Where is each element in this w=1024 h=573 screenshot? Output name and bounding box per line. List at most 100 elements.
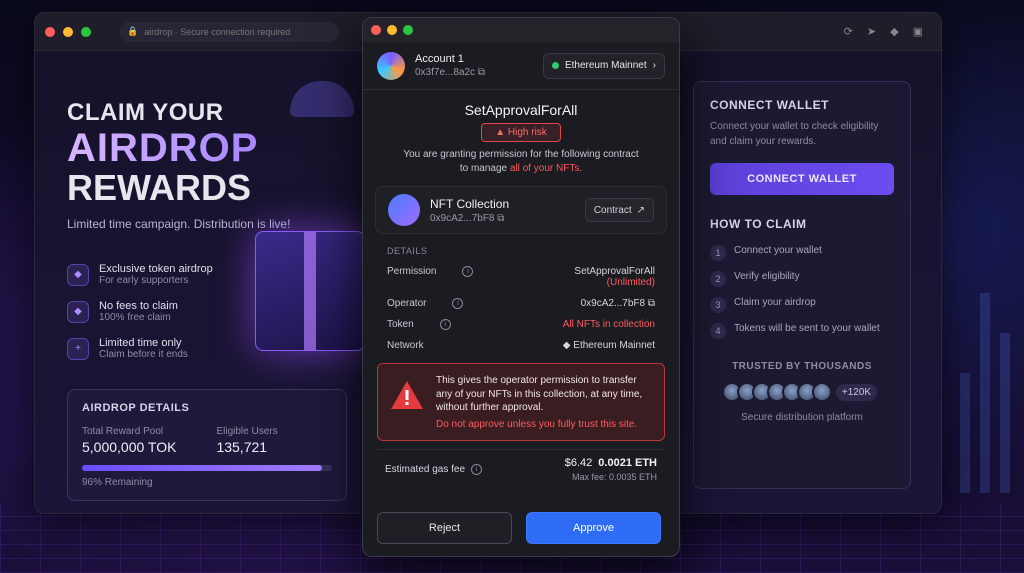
step-number: 4: [710, 323, 726, 339]
claim-step: 3 Claim your airdrop: [710, 297, 894, 313]
maximize-dot-icon[interactable]: [81, 26, 91, 37]
description-highlight: all of your NFTs.: [509, 163, 583, 174]
info-icon[interactable]: i: [462, 266, 474, 277]
token-value: All NFTs in collection: [562, 319, 655, 330]
gas-fee-row: Estimated gas fee i $6.42 0.0021 ETH Max f…: [377, 449, 665, 489]
url-text: airdrop · Secure connection required: [144, 26, 291, 37]
refresh-icon[interactable]: ⟳: [844, 25, 853, 38]
gift-box-icon: [255, 231, 365, 351]
feature-title: No fees to claim: [99, 300, 178, 312]
warning-icon: ▲: [495, 127, 506, 138]
step-text: Claim your airdrop: [734, 297, 816, 308]
operator-value: 0x9cA2...7bF8: [580, 298, 646, 309]
permission-unlimited: (Unlimited): [606, 277, 655, 288]
detail-row: Operator i 0x9cA2...7bF8 ⧉: [387, 298, 655, 309]
operator-label: Operator: [387, 298, 427, 309]
plus-icon: +: [67, 337, 89, 360]
how-to-claim-title: HOW TO CLAIM: [710, 217, 807, 231]
request-description: You are granting permission for the foll…: [363, 148, 679, 176]
remaining-progress-fill: [82, 465, 322, 471]
copy-icon[interactable]: ⧉: [478, 67, 485, 78]
airdrop-details-card: AIRDROP DETAILS Total Reward Pool 5,000,0…: [67, 389, 347, 501]
claim-step: 1 Connect your wallet: [710, 245, 894, 261]
background-bar: [980, 293, 990, 493]
hero-line1: CLAIM YOUR: [67, 99, 224, 126]
collection-card: NFT Collection 0x9cA2...7bF8 ⧉ Contract ↗: [375, 186, 667, 234]
info-icon[interactable]: i: [439, 319, 451, 330]
minimize-dot-icon[interactable]: [63, 26, 73, 37]
warning-box: This gives the operator permission to tr…: [377, 363, 665, 441]
step-text: Connect your wallet: [734, 245, 822, 256]
copy-icon[interactable]: ⧉: [648, 298, 655, 309]
diamond-icon: ◆: [67, 300, 89, 323]
feature-subtitle: 100% free claim: [99, 312, 171, 323]
feature-title: Limited time only: [99, 337, 182, 349]
network-label: Network: [387, 340, 424, 351]
feature-item: ◆ No fees to claim 100% free claim: [67, 300, 213, 323]
menu-icon[interactable]: ▣: [913, 25, 923, 38]
close-dot-icon[interactable]: [371, 25, 381, 35]
step-number: 1: [710, 245, 726, 261]
hero-tagline: Limited time campaign. Distribution is l…: [67, 216, 291, 231]
network-value: Ethereum Mainnet: [573, 340, 655, 351]
pool-label: Total Reward Pool: [82, 426, 164, 437]
info-icon[interactable]: i: [471, 464, 483, 475]
info-icon[interactable]: i: [452, 298, 464, 309]
minimize-dot-icon[interactable]: [387, 25, 397, 35]
gas-label: Estimated gas fee: [385, 464, 466, 475]
warning-text: This gives the operator permission to tr…: [436, 375, 643, 413]
user-count-badge: +120K: [835, 383, 878, 401]
account-address: 0x3f7e...8a2c: [415, 67, 476, 78]
detail-row: Network ◆ Ethereum Mainnet: [387, 340, 655, 351]
detail-row: Token i All NFTs in collection: [387, 319, 655, 330]
avatar-group: +120K: [710, 382, 894, 402]
step-number: 3: [710, 297, 726, 313]
browser-actions: ⟳ ➤ ◆ ▣: [844, 25, 923, 38]
network-selector[interactable]: Ethereum Mainnet ›: [542, 52, 665, 79]
approve-button[interactable]: Approve: [526, 512, 661, 544]
step-number: 2: [710, 271, 726, 287]
hero: CLAIM YOUR AIRDROP REWARDS Limited time …: [67, 99, 290, 231]
warning-triangle-icon: [391, 381, 423, 409]
token-label: Token: [387, 319, 414, 330]
connect-wallet-card: CONNECT WALLET Connect your wallet to ch…: [693, 81, 911, 489]
lock-icon: 🔒: [127, 26, 139, 36]
connect-wallet-desc: Connect your wallet to check eligibility…: [710, 121, 879, 147]
feature-item: + Limited time only Claim before it ends: [67, 337, 213, 360]
wallet-popup: Account 1 0x3f7e...8a2c ⧉ Ethereum Mainn…: [362, 17, 680, 557]
forward-icon[interactable]: ➤: [867, 25, 876, 38]
risk-label: High risk: [507, 127, 547, 138]
remaining-progress-bar: [82, 465, 332, 471]
close-dot-icon[interactable]: [45, 26, 55, 37]
gas-eth: 0.0021 ETH: [598, 457, 657, 469]
secure-platform-text: Secure distribution platform: [741, 412, 863, 423]
collection-image: [388, 194, 420, 226]
gas-usd: $6.42: [564, 457, 593, 469]
request-title: SetApprovalForAll: [464, 102, 578, 118]
feature-title: Exclusive token airdrop: [99, 263, 213, 275]
connect-wallet-title: CONNECT WALLET: [710, 98, 829, 112]
account-avatar: [377, 51, 405, 80]
background-bar: [960, 373, 970, 493]
max-fee: Max fee: 0.0035 ETH: [571, 472, 657, 482]
chevron-right-icon: ›: [652, 60, 656, 71]
details-section: DETAILS Permission i SetApprovalForAll (Un…: [375, 246, 667, 351]
remaining-text: 96% Remaining: [82, 477, 153, 488]
step-text: Verify eligibility: [734, 271, 800, 282]
claim-step: 2 Verify eligibility: [710, 271, 894, 287]
copy-icon[interactable]: ⧉: [497, 213, 504, 224]
reject-button[interactable]: Reject: [377, 512, 512, 544]
popup-titlebar: [363, 18, 679, 42]
maximize-dot-icon[interactable]: [403, 25, 413, 35]
hero-line2: AIRDROP: [67, 127, 290, 169]
contract-button[interactable]: Contract ↗: [584, 198, 654, 222]
pool-value: 5,000,000 TOK: [82, 439, 177, 455]
network-name: Ethereum Mainnet: [564, 60, 647, 71]
feature-item: ◆ Exclusive token airdrop For early suppo…: [67, 263, 213, 286]
connect-wallet-button[interactable]: CONNECT WALLET: [710, 163, 894, 195]
ethereum-icon: ◆: [562, 340, 571, 351]
url-bar[interactable]: 🔒 airdrop · Secure connection required: [119, 21, 339, 42]
extension-icon[interactable]: ◆: [890, 25, 898, 38]
permission-value: SetApprovalForAll: [574, 266, 655, 277]
network-status-icon: [551, 62, 559, 69]
